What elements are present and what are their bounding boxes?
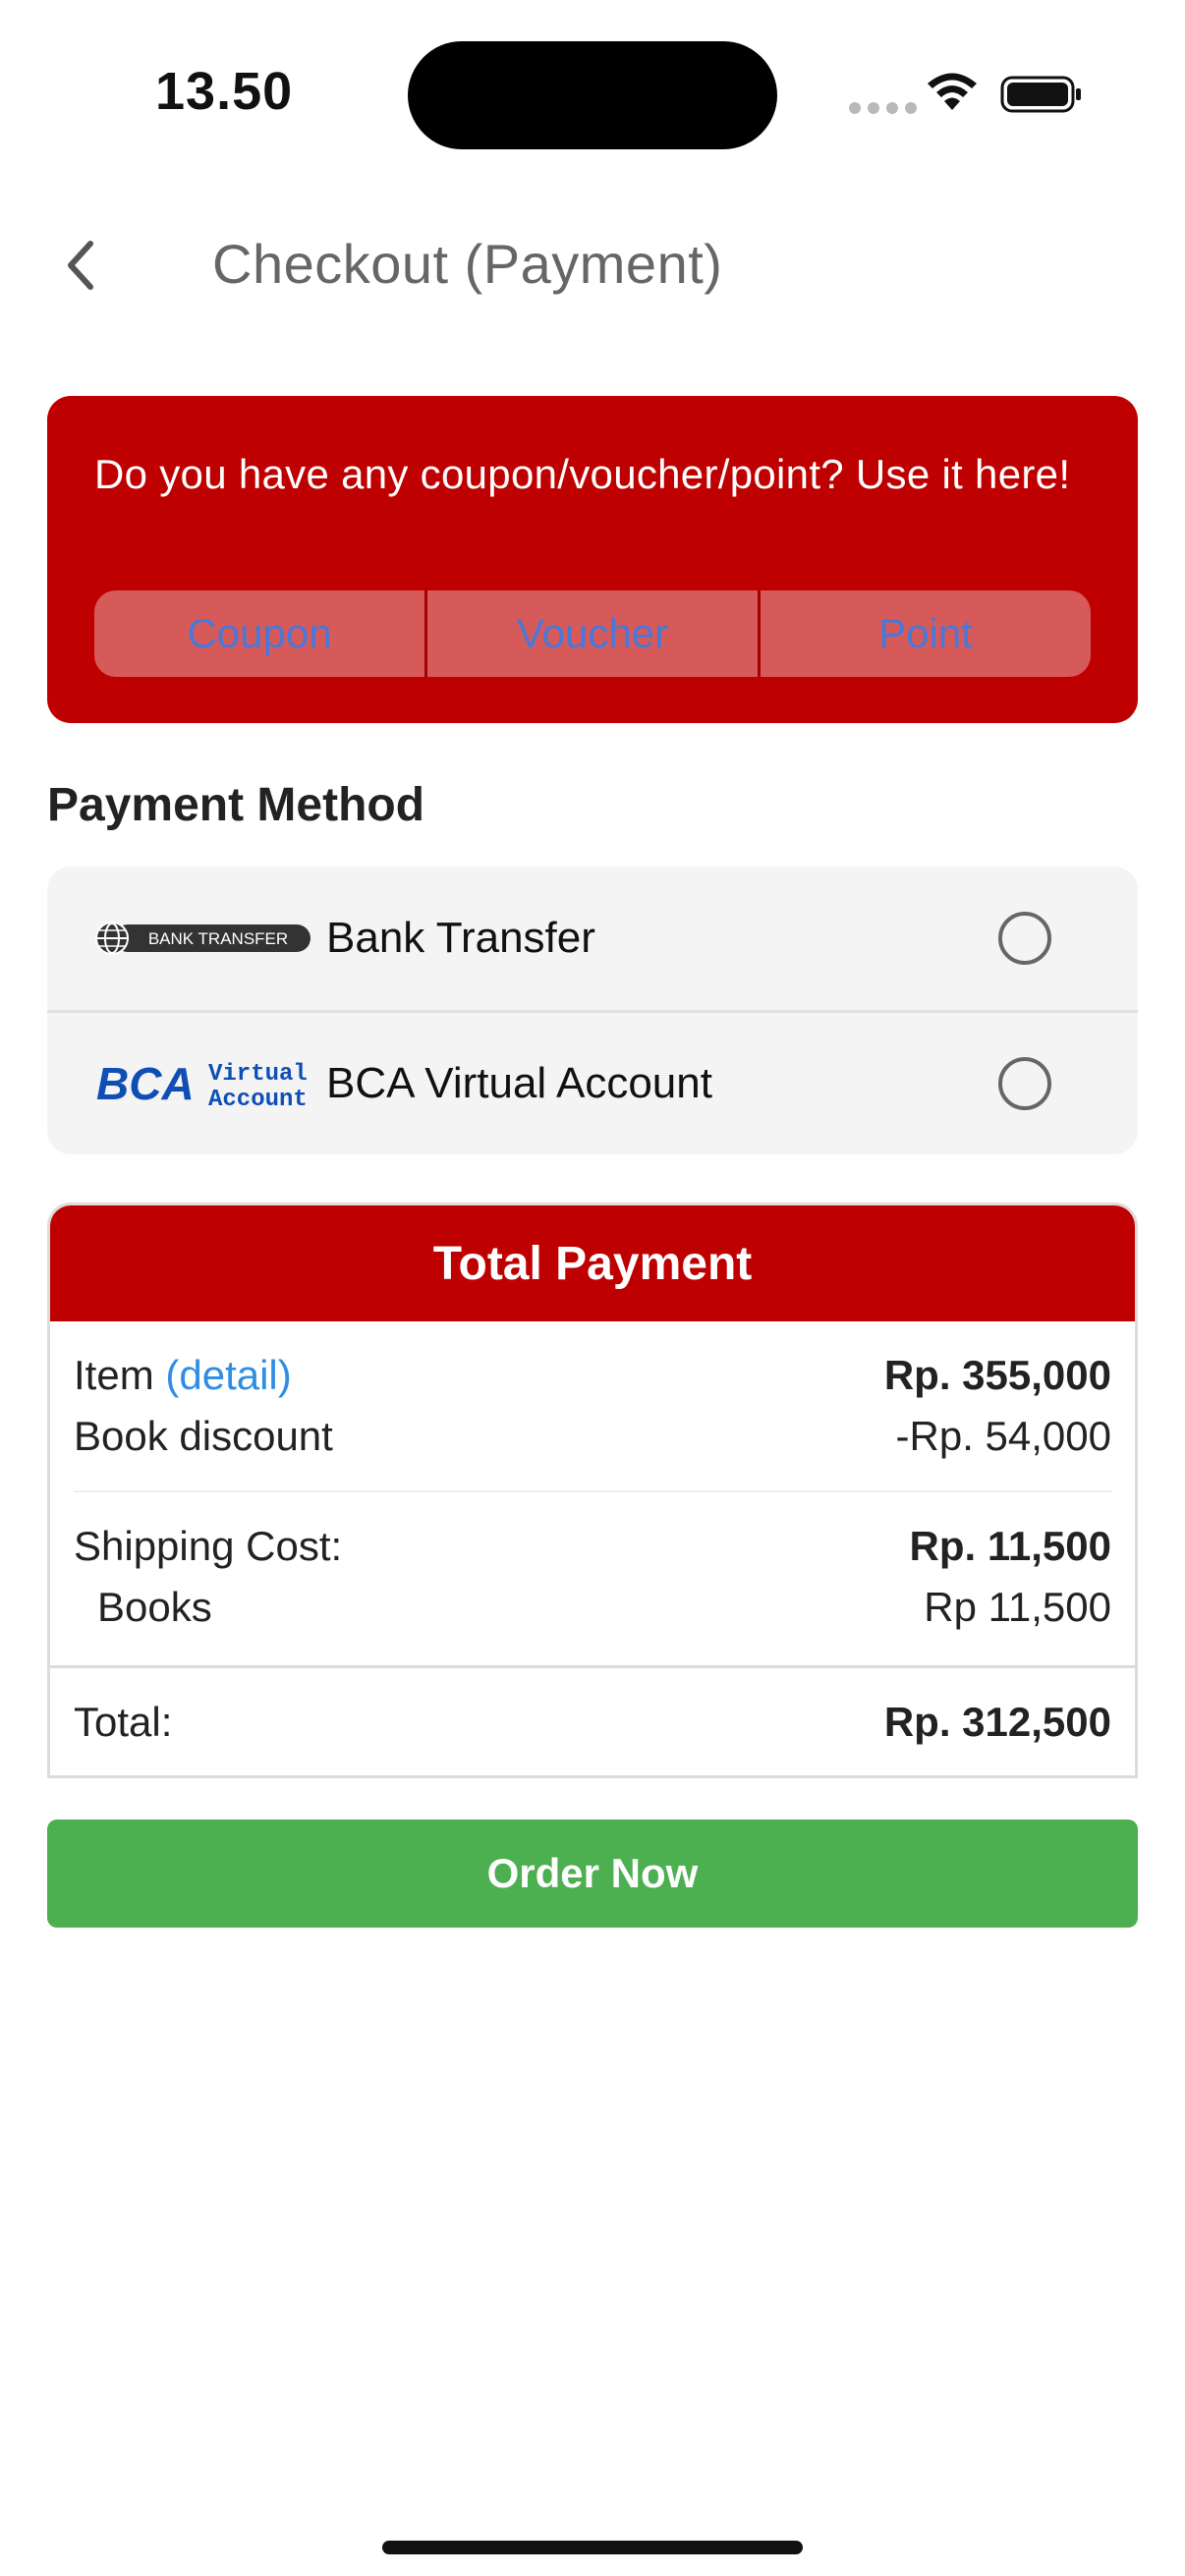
account-logo-text: Account xyxy=(208,1087,308,1111)
wifi-icon xyxy=(928,73,977,110)
home-indicator xyxy=(382,2541,803,2554)
bca-logo-text: BCA xyxy=(96,1058,195,1109)
item-value: Rp. 355,000 xyxy=(883,1352,1111,1398)
item-row: Item (detail) Rp. 355,000 xyxy=(74,1345,1111,1406)
bca-virtual-account-logo: BCA Virtual Account xyxy=(94,1056,314,1111)
globe-icon: BANK TRANSFER xyxy=(95,922,310,955)
item-summary: Item (detail) Rp. 355,000 Book discount … xyxy=(74,1321,1111,1492)
battery-icon xyxy=(1000,76,1081,113)
bank-transfer-logo: BANK TRANSFER xyxy=(94,911,314,966)
total-label: Total: xyxy=(74,1698,173,1745)
discount-value: -Rp. 54,000 xyxy=(895,1413,1111,1459)
shipping-books-value: Rp 11,500 xyxy=(924,1584,1111,1630)
payment-option-bca-virtual-account[interactable]: BCA Virtual Account BCA Virtual Account xyxy=(47,1010,1138,1153)
shipping-summary: Shipping Cost: Rp. 11,500 Books Rp 11,50… xyxy=(74,1492,1111,1650)
shipping-label: Shipping Cost: xyxy=(74,1523,343,1569)
coupon-card: Do you have any coupon/voucher/point? Us… xyxy=(47,396,1138,723)
radio-button[interactable] xyxy=(998,1056,1051,1110)
status-time: 13.50 xyxy=(155,62,294,121)
payment-option-label: Bank Transfer xyxy=(326,914,595,962)
bank-transfer-logo-text: BANK TRANSFER xyxy=(148,929,288,948)
shipping-books-label: Books xyxy=(97,1584,212,1630)
point-tab[interactable]: Point xyxy=(761,590,1091,677)
total-payment-card: Total Payment Item (detail) Rp. 355,000 … xyxy=(47,1203,1138,1778)
total-payment-title: Total Payment xyxy=(50,1205,1135,1321)
coupon-prompt: Do you have any coupon/voucher/point? Us… xyxy=(94,451,1071,497)
total-row: Total: Rp. 312,500 xyxy=(50,1665,1135,1775)
payment-option-label: BCA Virtual Account xyxy=(326,1058,712,1107)
dynamic-island xyxy=(408,41,777,149)
cellular-signal-icon xyxy=(849,102,917,114)
total-payment-body: Item (detail) Rp. 355,000 Book discount … xyxy=(50,1321,1135,1650)
total-value: Rp. 312,500 xyxy=(883,1698,1111,1745)
item-label-group: Item (detail) xyxy=(74,1352,292,1399)
discount-row: Book discount -Rp. 54,000 xyxy=(74,1406,1111,1467)
discount-label: Book discount xyxy=(74,1413,333,1459)
payment-option-bank-transfer[interactable]: BANK TRANSFER Bank Transfer xyxy=(47,867,1138,1010)
coupon-tabs: Coupon Voucher Point xyxy=(94,590,1091,677)
header: Checkout (Payment) xyxy=(0,196,1185,334)
shipping-row: Shipping Cost: Rp. 11,500 xyxy=(74,1516,1111,1577)
order-now-button[interactable]: Order Now xyxy=(47,1820,1138,1928)
item-label: Item xyxy=(74,1352,154,1398)
payment-method-title: Payment Method xyxy=(47,779,425,831)
back-button[interactable] xyxy=(51,226,110,305)
shipping-value: Rp. 11,500 xyxy=(909,1523,1111,1569)
detail-link[interactable]: (detail) xyxy=(165,1352,291,1398)
page-title: Checkout (Payment) xyxy=(212,233,723,295)
virtual-logo-text: Virtual xyxy=(208,1061,308,1088)
radio-button[interactable] xyxy=(998,912,1051,965)
payment-method-list: BANK TRANSFER Bank Transfer BCA Virtual … xyxy=(47,867,1138,1154)
status-bar: 13.50 xyxy=(0,0,1185,187)
shipping-books-row: Books Rp 11,500 xyxy=(74,1577,1111,1638)
coupon-tab[interactable]: Coupon xyxy=(94,590,427,677)
chevron-left-icon xyxy=(68,241,93,290)
voucher-tab[interactable]: Voucher xyxy=(427,590,761,677)
